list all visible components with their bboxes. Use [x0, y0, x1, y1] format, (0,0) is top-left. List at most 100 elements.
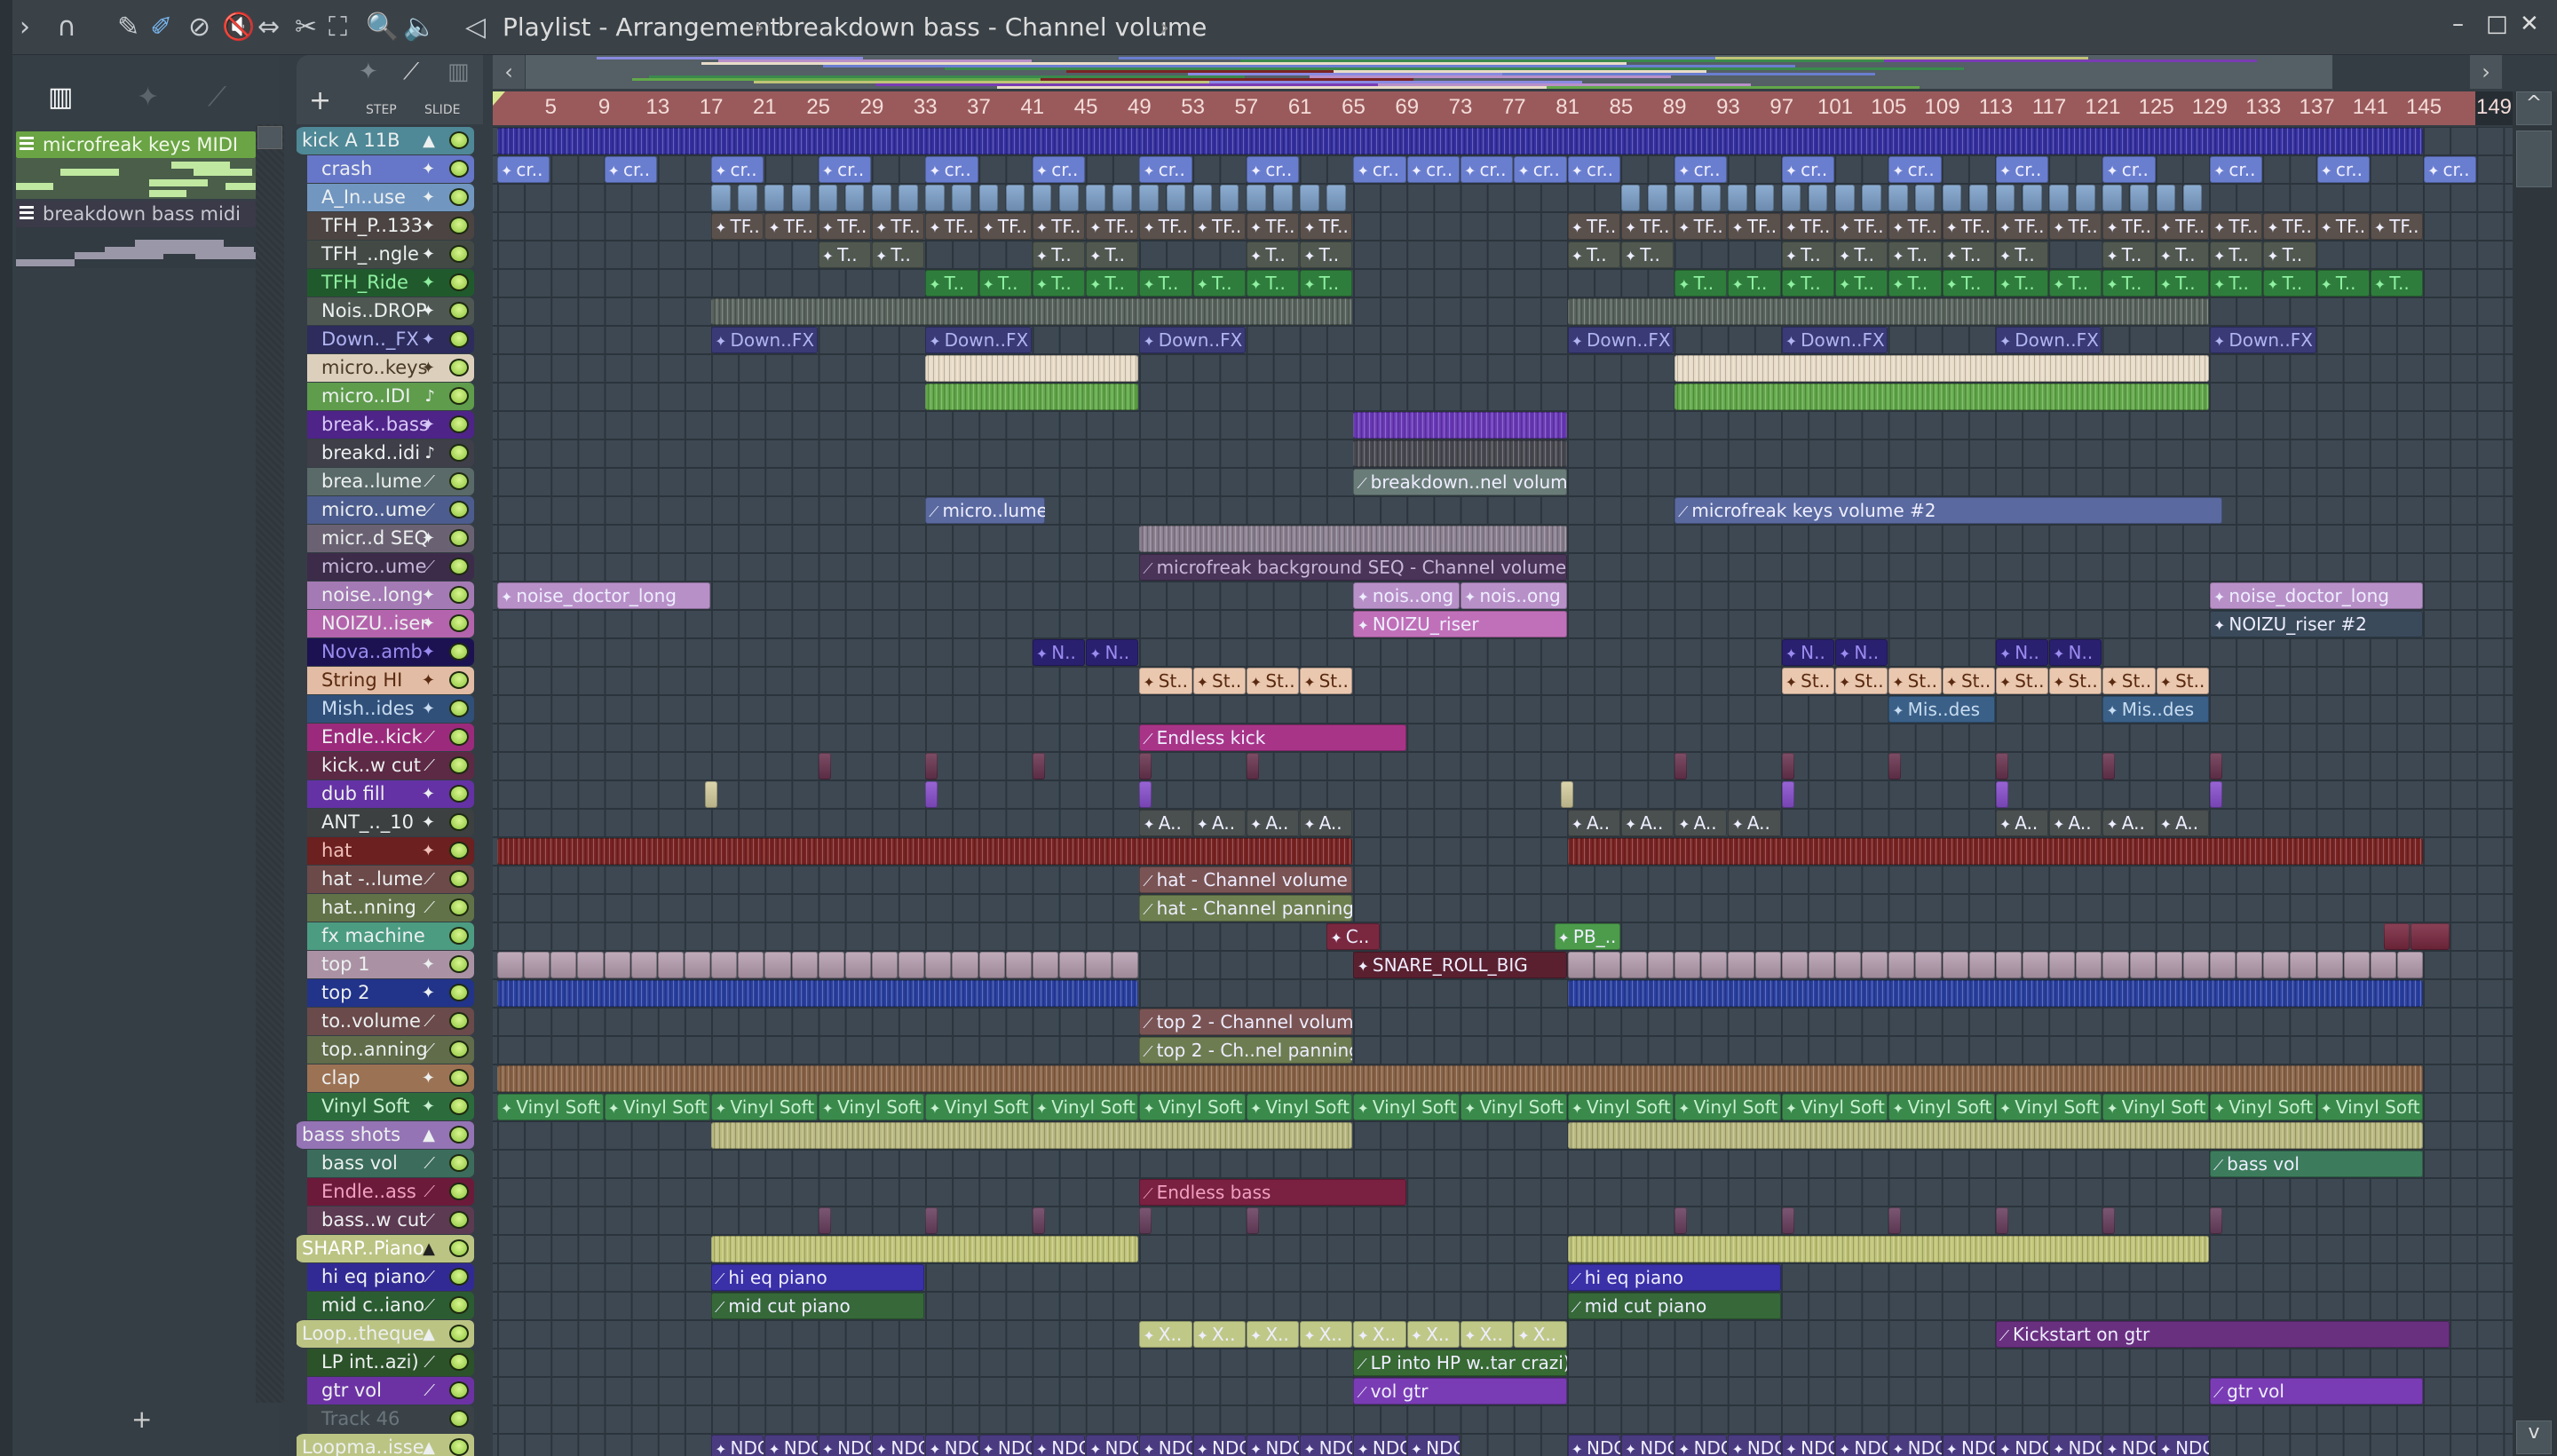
- playlist-clip[interactable]: [1995, 952, 2022, 978]
- playlist-clip[interactable]: ✦ Down..FX: [2209, 327, 2316, 353]
- playlist-clip[interactable]: [2129, 952, 2156, 978]
- playlist-clip[interactable]: ✦ A..: [1246, 810, 1300, 836]
- playlist-clip[interactable]: [1674, 1207, 1688, 1234]
- playlist-clip[interactable]: [925, 185, 945, 211]
- playlist-clip[interactable]: [1567, 980, 2424, 1007]
- playlist-clip[interactable]: ✦ Vinyl Soft: [497, 1094, 604, 1120]
- track-enable-toggle[interactable]: [449, 501, 469, 518]
- track-header[interactable]: fx machine: [307, 922, 474, 950]
- vertical-scrollbar[interactable]: ^ v: [2513, 91, 2557, 1456]
- playlist-clip[interactable]: ✦ X..: [1300, 1321, 1353, 1348]
- playlist-clip[interactable]: [1561, 781, 1574, 808]
- playlist-clip[interactable]: [1674, 753, 1688, 779]
- playlist-clip[interactable]: [1754, 185, 1775, 211]
- track-header[interactable]: ANT_.._10 ✦: [307, 809, 474, 836]
- pattern-item[interactable]: microfreak keys MIDI: [16, 131, 256, 158]
- song-overview-scrollbar[interactable]: [526, 55, 2332, 89]
- playlist-clip[interactable]: ✦ X..: [1514, 1321, 1567, 1348]
- playlist-clip[interactable]: ✦cr..: [1567, 156, 1620, 183]
- playlist-clip[interactable]: ✦ A..: [1674, 810, 1728, 836]
- playlist-clip[interactable]: ✦NDC..: [1888, 1435, 1942, 1456]
- playlist-clip[interactable]: [2236, 952, 2263, 978]
- playlist-clip[interactable]: [1888, 185, 1908, 211]
- playlist-clip[interactable]: [1835, 952, 1862, 978]
- playlist-clip[interactable]: ✦ Vinyl Soft: [1246, 1094, 1353, 1120]
- playlist-clip[interactable]: ✦ TF..: [1086, 213, 1139, 240]
- playlist-clip[interactable]: [2209, 781, 2223, 808]
- playlist-clip[interactable]: [2049, 952, 2076, 978]
- playlist-clip[interactable]: ✦ TF..: [2102, 213, 2156, 240]
- playlist-clip[interactable]: ✦ T..: [1835, 270, 1888, 297]
- playlist-clip[interactable]: ✦ T..: [1728, 270, 1781, 297]
- track-enable-toggle[interactable]: [449, 614, 469, 632]
- playlist-clip[interactable]: ✦cr..: [1139, 156, 1192, 183]
- playlist-clip[interactable]: ✦ Down..FX: [925, 327, 1032, 353]
- track-header[interactable]: bass vol ⟋: [307, 1150, 474, 1177]
- playlist-clip[interactable]: ✦ Down..FX: [711, 327, 818, 353]
- playlist-clip[interactable]: ✦ nois..ong: [1353, 582, 1461, 609]
- playlist-clip[interactable]: [2383, 923, 2410, 950]
- playlist-clip[interactable]: [1112, 185, 1132, 211]
- playlist-clip[interactable]: [1995, 781, 2008, 808]
- playlist-clip[interactable]: ✦NDC..: [1620, 1435, 1674, 1456]
- slice-icon[interactable]: ✂: [295, 12, 317, 43]
- playlist-clip[interactable]: ✦NDC..: [1406, 1435, 1461, 1456]
- playlist-clip[interactable]: ✦ A..: [1139, 810, 1192, 836]
- playlist-clip[interactable]: ✦ N..: [1032, 639, 1086, 666]
- playlist-clip[interactable]: [1674, 355, 2209, 382]
- track-enable-toggle[interactable]: [449, 1183, 469, 1200]
- playlist-clip[interactable]: ✦cr..: [2316, 156, 2370, 183]
- playlist-clip[interactable]: [711, 1236, 1139, 1262]
- playlist-clip[interactable]: ✦ TF..: [925, 213, 978, 240]
- track-header[interactable]: hat..nning ⟋: [307, 894, 474, 922]
- playlist-clip[interactable]: ✦NDC..: [871, 1435, 925, 1456]
- slide-toggle[interactable]: SLIDE: [424, 103, 460, 117]
- track-header[interactable]: A_In..use ✦: [307, 184, 474, 211]
- playlist-clip[interactable]: ✦ T..: [1781, 270, 1834, 297]
- playlist-clip[interactable]: [497, 980, 1139, 1007]
- playlist-clip[interactable]: ✦ C..: [1326, 923, 1380, 950]
- track-header[interactable]: SHARP..Piano ▲: [297, 1235, 474, 1262]
- playlist-clip[interactable]: [1032, 185, 1052, 211]
- playlist-clip[interactable]: ✦ T..: [1139, 270, 1192, 297]
- add-pattern-button[interactable]: +: [131, 1405, 152, 1434]
- track-header[interactable]: NOIZU..iser ✦: [307, 610, 474, 637]
- playlist-clip[interactable]: ✦cr..: [925, 156, 978, 183]
- playlist-clip[interactable]: ✦ Down..FX: [1567, 327, 1674, 353]
- track-header[interactable]: micro..ume ⟋: [307, 496, 474, 524]
- playlist-clip[interactable]: ✦ Vinyl Soft: [925, 1094, 1032, 1120]
- playlist-clip[interactable]: [1139, 185, 1159, 211]
- track-header[interactable]: LP int..azi) ⟋: [307, 1349, 474, 1376]
- playlist-clip[interactable]: ✦cr..: [497, 156, 550, 183]
- playlist-clip[interactable]: ✦ TF..: [2156, 213, 2209, 240]
- playlist-clip[interactable]: ⟋ hat - Channel panning: [1139, 895, 1353, 922]
- playlist-clip[interactable]: ✦ TF..: [1888, 213, 1942, 240]
- playlist-clip[interactable]: ✦ Vinyl Soft: [1567, 1094, 1674, 1120]
- playlist-clip[interactable]: [1058, 185, 1079, 211]
- playlist-clip[interactable]: [1300, 185, 1319, 211]
- playlist-clip[interactable]: [1808, 185, 1828, 211]
- track-header[interactable]: hat ✦: [307, 837, 474, 865]
- playlist-clip[interactable]: ✦NDC..: [978, 1435, 1032, 1456]
- vertical-scroll-thumb[interactable]: [2516, 131, 2552, 187]
- playlist-clip[interactable]: ✦ TF..: [978, 213, 1032, 240]
- playlist-clip[interactable]: [1567, 952, 1594, 978]
- playlist-clip[interactable]: ✦NDC..: [711, 1435, 764, 1456]
- playlist-clip[interactable]: ⟋ hi eq piano: [711, 1264, 925, 1291]
- playlist-clip[interactable]: [925, 781, 938, 808]
- track-header[interactable]: Mish..ides ✦: [307, 695, 474, 723]
- magnet-icon[interactable]: ∩: [57, 12, 76, 43]
- playlist-clip[interactable]: [657, 952, 684, 978]
- playlist-clip[interactable]: ✦ T..: [1995, 270, 2049, 297]
- track-enable-toggle[interactable]: [449, 217, 469, 234]
- playlist-clip[interactable]: ✦ T..: [2209, 270, 2263, 297]
- playlist-clip[interactable]: ✦ T..: [2370, 270, 2424, 297]
- playlist-clip[interactable]: [2102, 1207, 2116, 1234]
- playlist-clip[interactable]: ✦cr..: [2102, 156, 2156, 183]
- playlist-clip[interactable]: [1915, 185, 1935, 211]
- playlist-clip[interactable]: [1058, 952, 1086, 978]
- track-enable-toggle[interactable]: [449, 927, 469, 945]
- playlist-clip[interactable]: [818, 185, 838, 211]
- playlist-clip[interactable]: [630, 952, 657, 978]
- playlist-clip[interactable]: [791, 952, 818, 978]
